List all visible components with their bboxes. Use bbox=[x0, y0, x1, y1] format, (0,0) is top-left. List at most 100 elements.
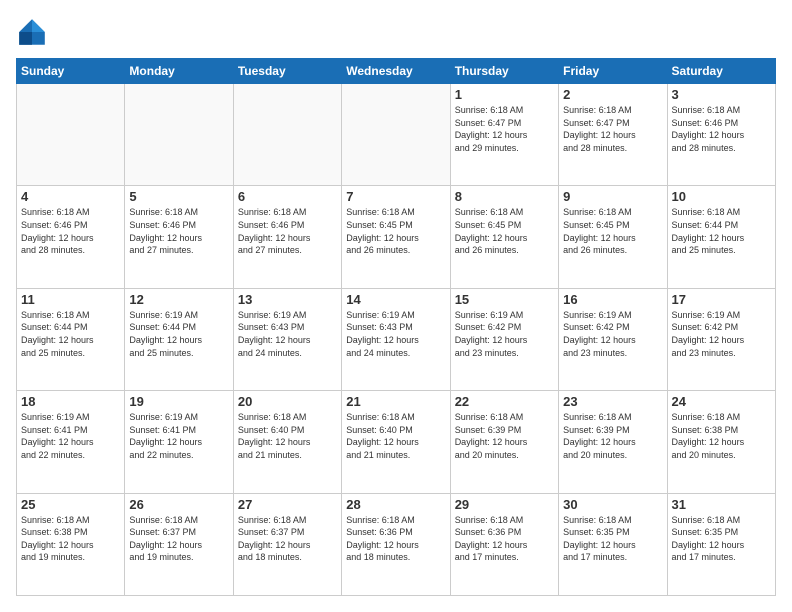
calendar-cell bbox=[125, 84, 233, 186]
cell-sun-info: Sunrise: 6:19 AM Sunset: 6:42 PM Dayligh… bbox=[563, 309, 662, 359]
calendar-cell: 3Sunrise: 6:18 AM Sunset: 6:46 PM Daylig… bbox=[667, 84, 775, 186]
calendar-cell: 8 Sunrise: 6:18 AM Sunset: 6:45 PM Daylig… bbox=[450, 186, 558, 288]
calendar-cell: 5 Sunrise: 6:18 AM Sunset: 6:46 PM Daylig… bbox=[125, 186, 233, 288]
week-row-1: 1Sunrise: 6:18 AM Sunset: 6:47 PM Daylig… bbox=[17, 84, 776, 186]
calendar-cell: 13 Sunrise: 6:19 AM Sunset: 6:43 PM Dayli… bbox=[233, 288, 341, 390]
calendar-cell: 16 Sunrise: 6:19 AM Sunset: 6:42 PM Dayli… bbox=[559, 288, 667, 390]
day-header-tuesday: Tuesday bbox=[233, 59, 341, 84]
day-number: 8 bbox=[455, 189, 554, 204]
calendar-cell: 6 Sunrise: 6:18 AM Sunset: 6:46 PM Daylig… bbox=[233, 186, 341, 288]
logo-icon bbox=[16, 16, 48, 48]
day-number: 11 bbox=[21, 292, 120, 307]
day-number: 18 bbox=[21, 394, 120, 409]
day-header-monday: Monday bbox=[125, 59, 233, 84]
calendar-table: SundayMondayTuesdayWednesdayThursdayFrid… bbox=[16, 58, 776, 596]
day-number: 23 bbox=[563, 394, 662, 409]
cell-sun-info: Sunrise: 6:18 AM Sunset: 6:35 PM Dayligh… bbox=[672, 514, 771, 564]
day-number: 9 bbox=[563, 189, 662, 204]
calendar-cell: 15 Sunrise: 6:19 AM Sunset: 6:42 PM Dayli… bbox=[450, 288, 558, 390]
cell-sun-info: Sunrise: 6:19 AM Sunset: 6:44 PM Dayligh… bbox=[129, 309, 228, 359]
day-number: 15 bbox=[455, 292, 554, 307]
day-number: 5 bbox=[129, 189, 228, 204]
day-number: 26 bbox=[129, 497, 228, 512]
cell-sun-info: Sunrise: 6:18 AM Sunset: 6:45 PM Dayligh… bbox=[346, 206, 445, 256]
calendar-cell: 21 Sunrise: 6:18 AM Sunset: 6:40 PM Dayli… bbox=[342, 391, 450, 493]
cell-sun-info: Sunrise: 6:19 AM Sunset: 6:43 PM Dayligh… bbox=[238, 309, 337, 359]
day-header-sunday: Sunday bbox=[17, 59, 125, 84]
day-number: 14 bbox=[346, 292, 445, 307]
day-number: 6 bbox=[238, 189, 337, 204]
day-number: 31 bbox=[672, 497, 771, 512]
calendar-cell: 31 Sunrise: 6:18 AM Sunset: 6:35 PM Dayli… bbox=[667, 493, 775, 595]
cell-sun-info: Sunrise: 6:19 AM Sunset: 6:41 PM Dayligh… bbox=[21, 411, 120, 461]
calendar-cell: 27Sunrise: 6:18 AM Sunset: 6:37 PM Dayli… bbox=[233, 493, 341, 595]
calendar-cell: 9 Sunrise: 6:18 AM Sunset: 6:45 PM Daylig… bbox=[559, 186, 667, 288]
calendar-cell: 19Sunrise: 6:19 AM Sunset: 6:41 PM Dayli… bbox=[125, 391, 233, 493]
header bbox=[16, 16, 776, 48]
cell-sun-info: Sunrise: 6:18 AM Sunset: 6:44 PM Dayligh… bbox=[672, 206, 771, 256]
day-number: 29 bbox=[455, 497, 554, 512]
calendar-cell: 29 Sunrise: 6:18 AM Sunset: 6:36 PM Dayli… bbox=[450, 493, 558, 595]
calendar-cell: 26Sunrise: 6:18 AM Sunset: 6:37 PM Dayli… bbox=[125, 493, 233, 595]
day-number: 24 bbox=[672, 394, 771, 409]
cell-sun-info: Sunrise: 6:19 AM Sunset: 6:42 PM Dayligh… bbox=[672, 309, 771, 359]
day-header-friday: Friday bbox=[559, 59, 667, 84]
day-number: 30 bbox=[563, 497, 662, 512]
calendar-cell: 14 Sunrise: 6:19 AM Sunset: 6:43 PM Dayli… bbox=[342, 288, 450, 390]
cell-sun-info: Sunrise: 6:18 AM Sunset: 6:40 PM Dayligh… bbox=[238, 411, 337, 461]
day-number: 20 bbox=[238, 394, 337, 409]
day-header-saturday: Saturday bbox=[667, 59, 775, 84]
calendar-cell: 22 Sunrise: 6:18 AM Sunset: 6:39 PM Dayli… bbox=[450, 391, 558, 493]
cell-sun-info: Sunrise: 6:18 AM Sunset: 6:38 PM Dayligh… bbox=[21, 514, 120, 564]
cell-sun-info: Sunrise: 6:19 AM Sunset: 6:42 PM Dayligh… bbox=[455, 309, 554, 359]
day-number: 3 bbox=[672, 87, 771, 102]
day-header-thursday: Thursday bbox=[450, 59, 558, 84]
calendar-cell: 4Sunrise: 6:18 AM Sunset: 6:46 PM Daylig… bbox=[17, 186, 125, 288]
day-number: 2 bbox=[563, 87, 662, 102]
calendar-cell: 28Sunrise: 6:18 AM Sunset: 6:36 PM Dayli… bbox=[342, 493, 450, 595]
day-number: 12 bbox=[129, 292, 228, 307]
cell-sun-info: Sunrise: 6:18 AM Sunset: 6:46 PM Dayligh… bbox=[238, 206, 337, 256]
cell-sun-info: Sunrise: 6:19 AM Sunset: 6:43 PM Dayligh… bbox=[346, 309, 445, 359]
header-row: SundayMondayTuesdayWednesdayThursdayFrid… bbox=[17, 59, 776, 84]
calendar-cell: 11 Sunrise: 6:18 AM Sunset: 6:44 PM Dayli… bbox=[17, 288, 125, 390]
day-number: 10 bbox=[672, 189, 771, 204]
cell-sun-info: Sunrise: 6:18 AM Sunset: 6:46 PM Dayligh… bbox=[129, 206, 228, 256]
week-row-3: 11 Sunrise: 6:18 AM Sunset: 6:44 PM Dayli… bbox=[17, 288, 776, 390]
day-number: 16 bbox=[563, 292, 662, 307]
calendar-cell: 17 Sunrise: 6:19 AM Sunset: 6:42 PM Dayli… bbox=[667, 288, 775, 390]
day-number: 13 bbox=[238, 292, 337, 307]
calendar-cell: 7 Sunrise: 6:18 AM Sunset: 6:45 PM Daylig… bbox=[342, 186, 450, 288]
calendar-cell: 10 Sunrise: 6:18 AM Sunset: 6:44 PM Dayli… bbox=[667, 186, 775, 288]
cell-sun-info: Sunrise: 6:18 AM Sunset: 6:45 PM Dayligh… bbox=[563, 206, 662, 256]
calendar-cell: 24 Sunrise: 6:18 AM Sunset: 6:38 PM Dayli… bbox=[667, 391, 775, 493]
calendar-cell bbox=[342, 84, 450, 186]
cell-sun-info: Sunrise: 6:18 AM Sunset: 6:39 PM Dayligh… bbox=[455, 411, 554, 461]
calendar-cell: 20 Sunrise: 6:18 AM Sunset: 6:40 PM Dayli… bbox=[233, 391, 341, 493]
calendar-cell: 2 Sunrise: 6:18 AM Sunset: 6:47 PM Daylig… bbox=[559, 84, 667, 186]
cell-sun-info: Sunrise: 6:18 AM Sunset: 6:37 PM Dayligh… bbox=[238, 514, 337, 564]
week-row-5: 25 Sunrise: 6:18 AM Sunset: 6:38 PM Dayli… bbox=[17, 493, 776, 595]
day-number: 7 bbox=[346, 189, 445, 204]
day-number: 21 bbox=[346, 394, 445, 409]
week-row-2: 4Sunrise: 6:18 AM Sunset: 6:46 PM Daylig… bbox=[17, 186, 776, 288]
day-header-wednesday: Wednesday bbox=[342, 59, 450, 84]
calendar-cell bbox=[233, 84, 341, 186]
cell-sun-info: Sunrise: 6:18 AM Sunset: 6:47 PM Dayligh… bbox=[563, 104, 662, 154]
day-number: 22 bbox=[455, 394, 554, 409]
calendar-cell: 30Sunrise: 6:18 AM Sunset: 6:35 PM Dayli… bbox=[559, 493, 667, 595]
day-number: 25 bbox=[21, 497, 120, 512]
cell-sun-info: Sunrise: 6:18 AM Sunset: 6:40 PM Dayligh… bbox=[346, 411, 445, 461]
calendar-cell: 23 Sunrise: 6:18 AM Sunset: 6:39 PM Dayli… bbox=[559, 391, 667, 493]
calendar-cell: 12 Sunrise: 6:19 AM Sunset: 6:44 PM Dayli… bbox=[125, 288, 233, 390]
cell-sun-info: Sunrise: 6:18 AM Sunset: 6:36 PM Dayligh… bbox=[346, 514, 445, 564]
cell-sun-info: Sunrise: 6:18 AM Sunset: 6:36 PM Dayligh… bbox=[455, 514, 554, 564]
cell-sun-info: Sunrise: 6:18 AM Sunset: 6:38 PM Dayligh… bbox=[672, 411, 771, 461]
calendar-cell: 25 Sunrise: 6:18 AM Sunset: 6:38 PM Dayli… bbox=[17, 493, 125, 595]
calendar-cell: 18 Sunrise: 6:19 AM Sunset: 6:41 PM Dayli… bbox=[17, 391, 125, 493]
day-number: 17 bbox=[672, 292, 771, 307]
cell-sun-info: Sunrise: 6:18 AM Sunset: 6:39 PM Dayligh… bbox=[563, 411, 662, 461]
cell-sun-info: Sunrise: 6:18 AM Sunset: 6:44 PM Dayligh… bbox=[21, 309, 120, 359]
cell-sun-info: Sunrise: 6:18 AM Sunset: 6:46 PM Dayligh… bbox=[21, 206, 120, 256]
cell-sun-info: Sunrise: 6:18 AM Sunset: 6:45 PM Dayligh… bbox=[455, 206, 554, 256]
